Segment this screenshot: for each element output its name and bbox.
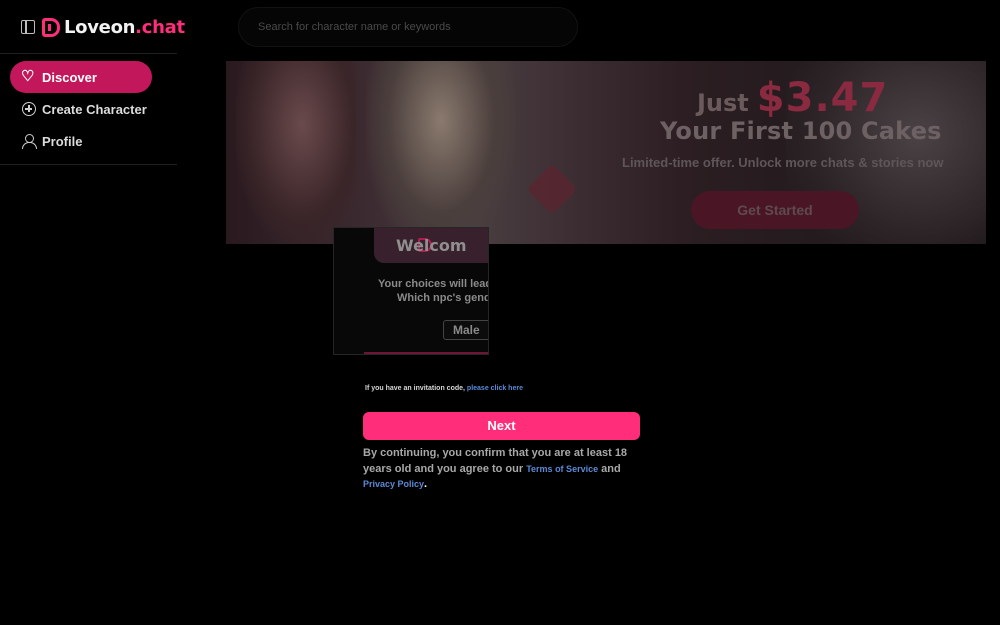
invitation-code-note: If you have an invitation code, please c… [365,385,523,392]
sidebar-item-label: Create Character [42,101,147,117]
sidebar-header: Loveon.chat [0,0,185,54]
sidebar-item-create-character[interactable]: Create Character [10,93,152,125]
search-input[interactable] [239,8,577,46]
heart-decoration-icon [526,163,578,215]
brand-name-suffix: .chat [135,16,185,38]
brand-logo[interactable]: Loveon.chat [42,15,185,39]
consent-text: By continuing, you confirm that you are … [363,446,645,493]
welcome-text-line: Your choices will lead t [378,278,489,290]
sidebar-nav: Discover Create Character Profile [0,54,177,165]
promo-headline: Your First 100 Cakes [660,117,942,145]
search-bar [238,7,578,47]
heart-icon [21,67,36,85]
sidebar-item-label: Discover [42,69,97,85]
promo-price: $3.47 [756,75,889,121]
brand-name: Loveon.chat [64,17,185,38]
welcome-card: Welcom Your choices will lead t Which np… [333,227,489,355]
consent-period: . [424,478,428,490]
promo-subtext: Limited-time offer. Unlock more chats & … [622,155,944,170]
privacy-policy-link[interactable]: Privacy Policy [363,479,424,489]
plus-circle-icon [22,102,36,116]
promo-banner[interactable]: Just $3.47 Your First 100 Cakes Limited-… [226,61,986,244]
next-button[interactable]: Next [363,412,640,440]
promo-price-line: Just $3.47 [697,75,888,121]
welcome-card-accent [364,352,488,354]
promo-just-label: Just [697,89,749,117]
terms-of-service-link[interactable]: Terms of Service [526,464,598,474]
sidebar-item-label: Profile [42,133,83,149]
welcome-title: Welcom [396,236,467,255]
banner-character-image [236,61,356,244]
banner-character-image [366,61,516,244]
consent-and: and [601,462,621,475]
gender-option-male[interactable]: Male [443,320,488,340]
get-started-button[interactable]: Get Started [691,191,859,229]
brand-logo-icon [42,17,60,37]
welcome-question: Which npc's gende [397,292,489,304]
sidebar-item-profile[interactable]: Profile [10,125,152,157]
sidebar-toggle-icon[interactable] [21,20,35,34]
invitation-link[interactable]: please click here [467,385,523,392]
invitation-text: If you have an invitation code, [365,385,465,392]
user-icon [22,134,37,149]
sidebar: Loveon.chat Discover Create Character Pr… [0,0,185,625]
brand-name-main: Loveon [64,16,136,38]
sidebar-item-discover[interactable]: Discover [10,61,152,93]
